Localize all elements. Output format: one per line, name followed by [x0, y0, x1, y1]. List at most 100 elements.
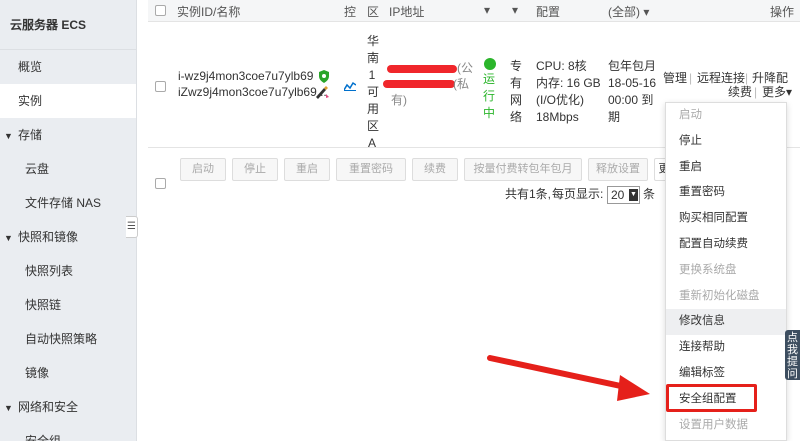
highlight-box	[666, 384, 757, 412]
caret-down-icon: ▼	[4, 131, 13, 141]
header-ops: 操作	[770, 5, 795, 19]
menu-item[interactable]: 修改信息	[666, 309, 786, 336]
menu-item: 设置用户数据	[679, 418, 748, 431]
billing-cell: 包年包月 18-05-16 00:00 到期	[608, 58, 656, 126]
sidebar-item[interactable]: 镜像	[0, 356, 136, 390]
sidebar-group[interactable]: ▼ 网络和安全	[0, 390, 136, 424]
manage-link[interactable]: 管理	[663, 70, 687, 87]
menu-item: 启动	[679, 109, 702, 121]
sidebar-group-label: 网络和安全	[18, 400, 79, 414]
shield-icon[interactable]	[318, 70, 330, 83]
sidebar-group[interactable]: ▼ 存储	[0, 118, 136, 152]
sidebar-group-label: 快照和镜像	[18, 230, 79, 244]
edit-icon[interactable]	[314, 85, 330, 99]
monitor-chart-icon[interactable]	[343, 79, 357, 91]
sidebar-item[interactable]: 文件存储 NAS	[0, 186, 136, 220]
sidebar-collapse-toggle[interactable]: ☰	[126, 216, 138, 238]
sidebar-item[interactable]: 快照列表	[0, 254, 136, 288]
redacted-private-ip	[383, 80, 455, 88]
cell-line: 专	[510, 59, 523, 73]
ops-divider: |	[689, 71, 693, 85]
caret-down-icon: ▼	[4, 233, 13, 243]
cell-line: 18-05-16	[608, 76, 657, 90]
header-config: 配置	[536, 5, 561, 19]
menu-item[interactable]: 停止	[666, 129, 786, 155]
sidebar-item[interactable]: 概览	[0, 50, 136, 84]
row-checkbox[interactable]	[155, 81, 166, 92]
billing-filter[interactable]: (全部) ▾	[608, 3, 649, 20]
cell-line: 有	[510, 76, 523, 90]
renew-link[interactable]: 续费	[728, 84, 752, 101]
pager-suffix: 条	[643, 187, 656, 201]
cell-line: 行	[483, 89, 496, 103]
batch-button[interactable]: 续费	[412, 158, 458, 181]
cell-line: 网	[510, 93, 523, 107]
ask-question-tab[interactable]: 点我提问	[785, 330, 800, 380]
instance-id-link[interactable]: i-wz9j4mon3coe7u7ylb69	[178, 68, 313, 85]
more-dropdown[interactable]: 更多▾	[762, 84, 792, 101]
cell-line: 南	[367, 51, 380, 65]
header-instance-id: 实例ID/名称	[177, 5, 241, 19]
sidebar-item[interactable]: 实例	[0, 84, 136, 118]
sidebar-title: 云服务器 ECS	[0, 0, 136, 50]
batch-button[interactable]: 重置密码	[336, 158, 406, 181]
sidebar-group[interactable]: ▼ 快照和镜像	[0, 220, 136, 254]
status-dot-icon	[484, 58, 496, 70]
cell-line: 18Mbps	[536, 110, 579, 124]
menu-item[interactable]: 购买相同配置	[666, 206, 786, 232]
batch-button[interactable]: 重启	[284, 158, 330, 181]
cell-line: 点	[787, 332, 798, 344]
page-size-value: 20	[611, 188, 625, 202]
menu-item[interactable]: 配置自动续费	[666, 232, 786, 258]
menu-item[interactable]: 连接帮助	[666, 335, 786, 361]
cell-line: 提	[787, 356, 798, 368]
instance-name: iZwz9j4mon3coe7u7ylb69...	[178, 85, 327, 99]
batch-button[interactable]: 释放设置	[588, 158, 648, 181]
sidebar-item[interactable]: 安全组	[0, 424, 136, 441]
batch-button[interactable]: 启动	[180, 158, 226, 181]
cell-line: 用	[367, 102, 380, 116]
network-type: 专有网络	[510, 58, 523, 126]
cell-line: 00:00 到	[608, 93, 654, 107]
cell-line: 区	[367, 119, 380, 133]
chevron-down-icon: ▼	[629, 189, 638, 201]
ip-private-tail: 有)	[391, 93, 407, 107]
sidebar-item[interactable]: 快照链	[0, 288, 136, 322]
menu-item[interactable]: 重启	[666, 155, 786, 181]
batch-actions: 启动 停止 重启 重置密码 续费 按量付费转包年包月 释放设置更	[148, 148, 674, 218]
sidebar-group-label: 存储	[18, 128, 43, 142]
cell-line: 问	[787, 368, 798, 380]
table-header: 实例ID/名称 控 区 IP地址 ▾ ▾ 配置 (全部) ▾ 操作	[148, 0, 800, 22]
cell-line: 华	[367, 34, 380, 48]
cell-line: CPU: 8核	[536, 59, 587, 73]
network-filter-caret[interactable]: ▾	[512, 3, 518, 17]
sidebar-item[interactable]: 云盘	[0, 152, 136, 186]
menu-item[interactable]: 重置密码	[666, 180, 786, 206]
status-text: 运行中	[483, 71, 496, 122]
caret-down-icon: ▼	[4, 403, 13, 413]
redacted-public-ip	[387, 65, 457, 73]
pager-size-label: 每页显示:	[552, 187, 604, 201]
menu-item: 重新初始化磁盘	[679, 289, 760, 302]
pager-total: 共有1条,	[505, 187, 552, 201]
menu-item: 更换系统盘	[679, 263, 737, 276]
zone-cell: 华南1可用区A	[367, 33, 380, 152]
page-size-select[interactable]: 20 ▼	[607, 186, 640, 204]
batch-button[interactable]: 停止	[232, 158, 278, 181]
cell-line: 期	[608, 110, 621, 124]
cell-line: (I/O优化)	[536, 93, 584, 107]
config-cell: CPU: 8核 内存: 16 GB (I/O优化) 18Mbps	[536, 58, 601, 126]
header-zone: 区	[367, 5, 380, 19]
batch-button[interactable]: 按量付费转包年包月	[464, 158, 582, 181]
ops-divider: |	[754, 85, 758, 99]
status-filter-caret[interactable]: ▾	[484, 3, 490, 17]
header-monitor: 控	[344, 5, 357, 19]
sidebar: 云服务器 ECS 概览 实例 ▼ 存储云盘 文件存储 NAS ▼ 快照和镜像快照列表 快照链自…	[0, 0, 137, 441]
menu-item[interactable]: 编辑标签	[666, 361, 786, 387]
ip-public-label: (公	[457, 61, 473, 75]
cell-line: 内存: 16 GB	[536, 76, 601, 90]
batch-select-checkbox[interactable]	[155, 178, 166, 189]
sidebar-item[interactable]: 自动快照策略	[0, 322, 136, 356]
select-all-checkbox[interactable]	[155, 5, 166, 16]
cell-line: 运	[483, 72, 496, 86]
